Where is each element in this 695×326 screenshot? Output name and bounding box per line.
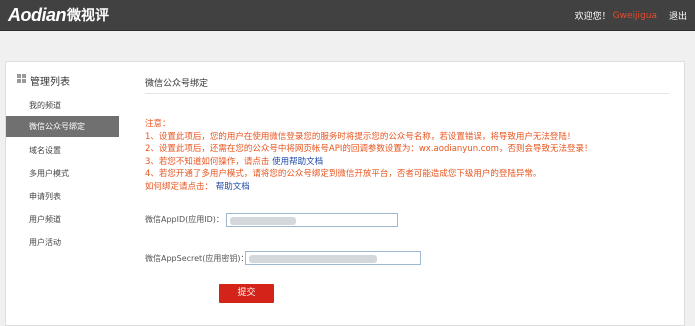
sidebar-item-wechat-binding[interactable]: 微信公众号绑定 [6,116,119,137]
notice-heading: 注意： [145,119,171,129]
howto-line: 如何绑定请点击： 帮助文档 [145,181,675,194]
top-bar: Aodian 微视评 欢迎您！ Gweijigua 退出 [0,0,695,31]
sidebar-header: 管理列表 [6,62,119,96]
sidebar: 管理列表 我的频道 微信公众号绑定 域名设置 多用户模式 申请列表 用户频道 用… [6,62,119,325]
content-area: 微信公众号绑定 注意： 1、设置此项后，您的用户在使用微信登录您的服务时将提示您… [119,62,684,325]
logo[interactable]: Aodian 微视评 [8,4,109,26]
user-area: 欢迎您！ Gweijigua 退出 [574,9,687,23]
main-panel: 管理列表 我的频道 微信公众号绑定 域名设置 多用户模式 申请列表 用户频道 用… [5,61,685,326]
username-link[interactable]: Gweijigua [613,11,657,21]
submit-button[interactable]: 提交 [219,284,274,303]
welcome-text: 欢迎您！ [574,12,611,22]
howto-text: 如何绑定请点击： [145,181,214,192]
sidebar-item-user-channels[interactable]: 用户频道 [6,209,119,230]
notice-line-1: 1、设置此项后，您的用户在使用微信登录您的服务时将提示您的公众号名称，若设置错误… [145,131,576,142]
sidebar-item-user-activities[interactable]: 用户活动 [6,232,119,253]
appid-input[interactable] [226,213,398,227]
howto-help-link[interactable]: 帮助文档 [216,182,250,192]
redacted-value [249,255,377,263]
help-doc-link[interactable]: 使用帮助文档 [272,157,323,167]
sidebar-item-domain-settings[interactable]: 域名设置 [6,140,119,161]
appid-label: 微信AppID(应用ID)： [145,215,224,224]
page-title: 微信公众号绑定 [145,79,209,89]
appsecret-input[interactable] [245,251,421,265]
appsecret-label: 微信AppSecret(应用密钥)： [145,254,249,263]
notice-line-3-text: 3、若您不知道如何操作，请点击 [145,156,270,167]
notice-line-3: 3、若您不知道如何操作，请点击 使用帮助文档 [145,156,675,169]
sidebar-title: 管理列表 [30,77,70,88]
grid-icon [17,74,26,83]
logo-text-en: Aodian [8,4,67,25]
notice-block: 注意： 1、设置此项后，您的用户在使用微信登录您的服务时将提示您的公众号名称，若… [145,118,675,193]
sidebar-item-multi-user-mode[interactable]: 多用户模式 [6,163,119,184]
logo-text-cn: 微视评 [67,8,109,24]
redacted-value [230,217,296,225]
title-divider [145,93,669,94]
notice-line-2: 2、设置此项后，还需在您的公众号中将网页帐号API的回调参数设置为：wx.aod… [145,144,593,154]
sidebar-item-my-channels[interactable]: 我的频道 [6,95,119,116]
notice-line-4: 4、若您开通了多用户模式，请将您的公众号绑定到微信开放平台，否者可能造成您下级用… [145,169,542,179]
logout-link[interactable]: 退出 [669,9,687,22]
sidebar-item-application-list[interactable]: 申请列表 [6,186,119,207]
